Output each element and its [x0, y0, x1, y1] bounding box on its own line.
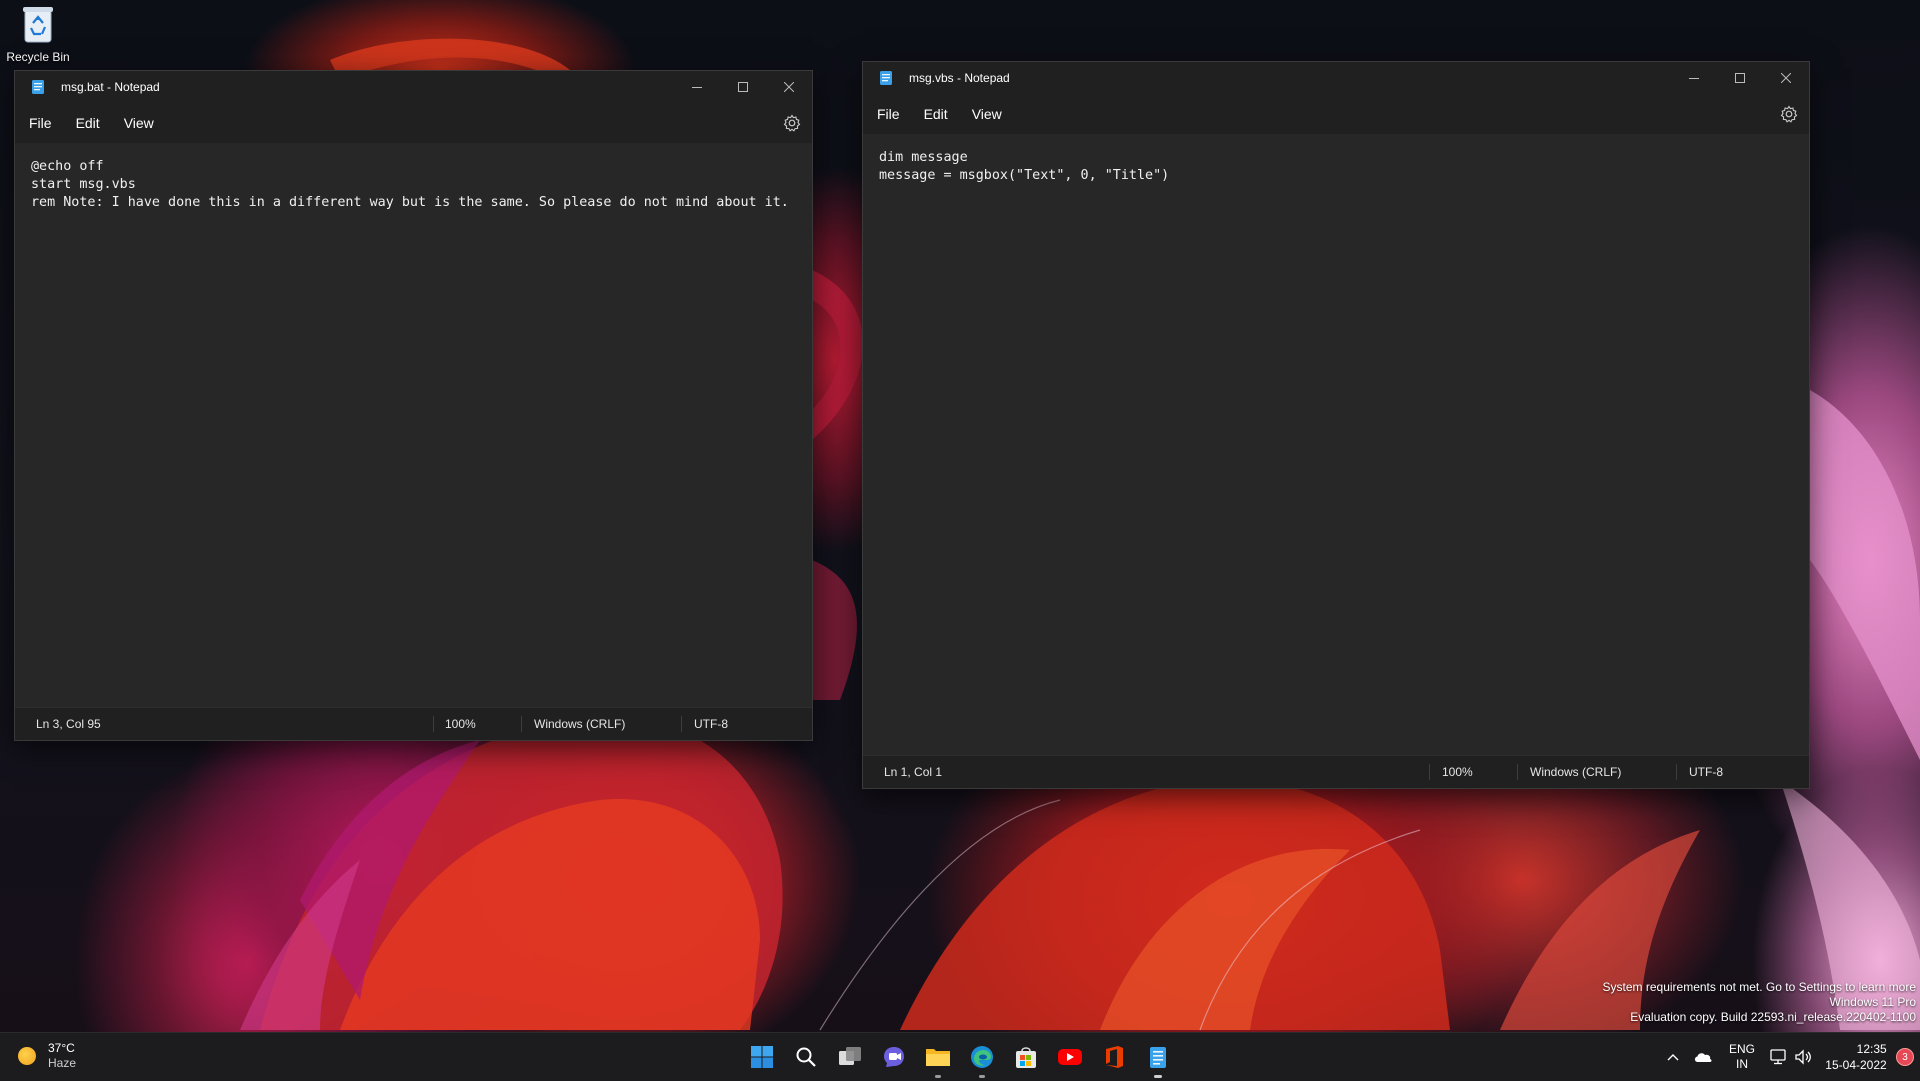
status-bar: Ln 1, Col 1 100% Windows (CRLF) UTF-8 [863, 755, 1809, 788]
clock-button[interactable]: 12:35 15-04-2022 [1820, 1033, 1892, 1081]
search-button[interactable] [784, 1033, 828, 1081]
notification-count-badge: 3 [1896, 1048, 1914, 1066]
start-icon [751, 1046, 773, 1068]
status-cursor-position: Ln 3, Col 95 [36, 717, 101, 731]
youtube-icon [1058, 1049, 1082, 1065]
menu-edit[interactable]: Edit [64, 103, 112, 143]
language-region: IN [1735, 1057, 1748, 1071]
editor-line: rem Note: I have done this in a differen… [31, 195, 789, 210]
activation-watermark: System requirements not met. Go to Setti… [1603, 980, 1916, 1025]
store-icon [1016, 1047, 1036, 1068]
notepad-icon [32, 80, 44, 94]
window-title: msg.vbs - Notepad [909, 71, 1010, 85]
close-icon [784, 82, 794, 92]
teams-chat-icon [884, 1047, 904, 1067]
text-editor[interactable]: @echo off start msg.vbs rem Note: I have… [15, 143, 812, 708]
sun-icon [18, 1047, 36, 1065]
title-bar[interactable]: msg.bat - Notepad [15, 71, 812, 103]
notepad-window-msg-bat[interactable]: msg.bat - Notepad File Edit View @echo o… [14, 70, 813, 741]
recycle-bin-label: Recycle Bin [6, 50, 70, 64]
maximize-button[interactable] [720, 71, 766, 103]
onedrive-button[interactable] [1688, 1033, 1718, 1081]
close-icon [1781, 73, 1791, 83]
watermark-line: Windows 11 Pro [1829, 995, 1916, 1009]
volume-icon [1795, 1049, 1811, 1065]
status-zoom: 100% [1442, 765, 1473, 779]
menu-bar: File Edit View [15, 103, 812, 143]
status-encoding: UTF-8 [694, 717, 728, 731]
text-editor[interactable]: dim message message = msgbox("Text", 0, … [863, 134, 1809, 756]
running-indicator [1154, 1075, 1162, 1078]
show-hidden-icons-button[interactable] [1660, 1033, 1686, 1081]
minimize-button[interactable] [674, 71, 720, 103]
taskbar-apps [740, 1033, 1180, 1081]
minimize-button[interactable] [1671, 62, 1717, 94]
chevron-up-icon [1667, 1054, 1679, 1061]
editor-line: @echo off [31, 159, 104, 174]
notepad-icon [880, 71, 892, 85]
minimize-icon [692, 87, 702, 88]
taskbar: 37°C Haze ENG IN 12:35 15-04-2022 3 [0, 1032, 1920, 1081]
editor-line: dim message [879, 150, 968, 165]
editor-line: start msg.vbs [31, 177, 136, 192]
notification-center-button[interactable]: 3 [1894, 1033, 1916, 1081]
title-bar[interactable]: msg.vbs - Notepad [863, 62, 1809, 94]
menu-view[interactable]: View [112, 103, 166, 143]
menu-file[interactable]: File [17, 103, 64, 143]
maximize-button[interactable] [1717, 62, 1763, 94]
status-bar: Ln 3, Col 95 100% Windows (CRLF) UTF-8 [15, 707, 812, 740]
close-button[interactable] [766, 71, 812, 103]
system-tray: ENG IN 12:35 15-04-2022 3 [1660, 1033, 1920, 1081]
notepad-window-msg-vbs[interactable]: msg.vbs - Notepad File Edit View dim mes… [862, 61, 1810, 789]
settings-gear-icon[interactable] [1779, 104, 1799, 124]
weather-condition: Haze [48, 1056, 77, 1070]
office-button[interactable] [1092, 1033, 1136, 1081]
edge-button[interactable] [960, 1033, 1004, 1081]
notepad-icon [1150, 1047, 1166, 1068]
network-icon [1770, 1049, 1786, 1065]
status-cursor-position: Ln 1, Col 1 [884, 765, 943, 779]
edge-icon [971, 1046, 993, 1068]
editor-line: message = msgbox("Text", 0, "Title") [879, 168, 1170, 183]
youtube-button[interactable] [1048, 1033, 1092, 1081]
weather-widget[interactable]: 37°C Haze [18, 1041, 76, 1071]
menu-edit[interactable]: Edit [912, 94, 960, 134]
menu-bar: File Edit View [863, 94, 1809, 134]
window-title: msg.bat - Notepad [61, 80, 160, 94]
maximize-icon [1735, 73, 1745, 83]
input-language-button[interactable]: ENG IN [1724, 1033, 1760, 1081]
menu-view[interactable]: View [960, 94, 1014, 134]
task-view-icon [839, 1047, 861, 1065]
store-button[interactable] [1004, 1033, 1048, 1081]
status-line-ending: Windows (CRLF) [1530, 765, 1622, 779]
weather-temperature: 37°C [48, 1041, 75, 1055]
search-icon [796, 1047, 816, 1067]
office-icon [1106, 1046, 1123, 1068]
teams-chat-button[interactable] [872, 1033, 916, 1081]
running-indicator [979, 1075, 985, 1078]
status-line-ending: Windows (CRLF) [534, 717, 626, 731]
file-explorer-button[interactable] [916, 1033, 960, 1081]
task-view-button[interactable] [828, 1033, 872, 1081]
clock-date: 15-04-2022 [1825, 1058, 1887, 1072]
network-volume-button[interactable] [1764, 1033, 1818, 1081]
start-button[interactable] [740, 1033, 784, 1081]
status-encoding: UTF-8 [1689, 765, 1723, 779]
recycle-bin-icon [21, 4, 55, 44]
settings-gear-icon[interactable] [782, 113, 802, 133]
maximize-icon [738, 82, 748, 92]
file-explorer-icon [926, 1049, 950, 1066]
onedrive-cloud-icon [1694, 1053, 1712, 1062]
notepad-taskbar-button[interactable] [1136, 1033, 1180, 1081]
status-zoom: 100% [445, 717, 476, 731]
running-indicator [935, 1075, 941, 1078]
clock-time: 12:35 [1856, 1042, 1887, 1056]
recycle-bin-shortcut[interactable]: Recycle Bin [4, 4, 72, 64]
watermark-line: System requirements not met. Go to Setti… [1602, 980, 1916, 994]
minimize-icon [1689, 78, 1699, 79]
watermark-line: Evaluation copy. Build 22593.ni_release.… [1630, 1010, 1916, 1024]
menu-file[interactable]: File [865, 94, 912, 134]
language-code: ENG [1728, 1042, 1755, 1056]
close-button[interactable] [1763, 62, 1809, 94]
